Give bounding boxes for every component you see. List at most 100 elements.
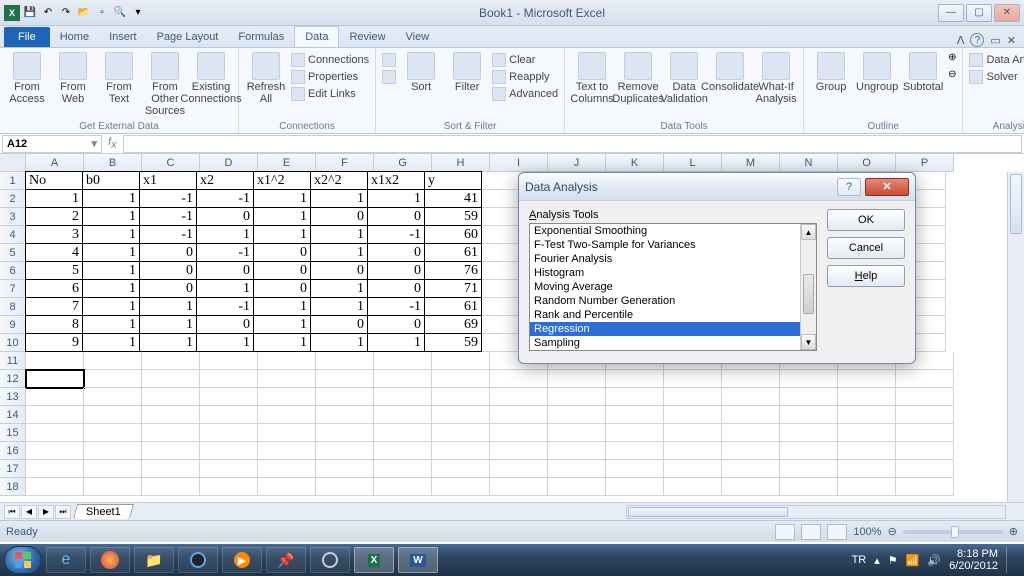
cell[interactable] bbox=[838, 478, 896, 496]
tab-file[interactable]: File bbox=[4, 27, 50, 47]
tab-formulas[interactable]: Formulas bbox=[228, 27, 294, 47]
cell[interactable]: 1 bbox=[310, 297, 368, 316]
cancel-button[interactable]: Cancel bbox=[827, 237, 905, 259]
tab-page-layout[interactable]: Page Layout bbox=[147, 27, 229, 47]
cell[interactable] bbox=[432, 442, 490, 460]
dialog-close-button[interactable]: ✕ bbox=[865, 178, 909, 196]
cell[interactable] bbox=[84, 388, 142, 406]
cell[interactable] bbox=[490, 388, 548, 406]
undo-icon[interactable]: ↶ bbox=[40, 5, 56, 21]
cell[interactable] bbox=[548, 370, 606, 388]
close-button[interactable]: ✕ bbox=[994, 4, 1020, 22]
cell[interactable] bbox=[896, 478, 954, 496]
analysis-tool-item[interactable]: Sampling bbox=[530, 336, 800, 350]
column-header[interactable]: K bbox=[606, 154, 664, 172]
from-text-button[interactable]: From Text bbox=[98, 52, 140, 105]
cell[interactable] bbox=[432, 460, 490, 478]
cell[interactable]: 1 bbox=[139, 333, 197, 352]
help-icon[interactable]: ? bbox=[970, 33, 984, 47]
cell[interactable]: -1 bbox=[139, 207, 197, 226]
cell[interactable]: x1^2 bbox=[253, 171, 311, 190]
cell[interactable] bbox=[26, 424, 84, 442]
column-header[interactable]: D bbox=[200, 154, 258, 172]
sort-button[interactable]: Sort bbox=[400, 52, 442, 93]
cell[interactable]: 0 bbox=[367, 279, 425, 298]
cell[interactable] bbox=[780, 424, 838, 442]
cell[interactable]: -1 bbox=[196, 297, 254, 316]
cell[interactable] bbox=[84, 478, 142, 496]
cell[interactable] bbox=[316, 370, 374, 388]
open-folder-icon[interactable]: 📂 bbox=[76, 5, 92, 21]
row-header[interactable]: 8 bbox=[0, 298, 26, 316]
ok-button[interactable]: OK bbox=[827, 209, 905, 231]
minimize-button[interactable]: — bbox=[938, 4, 964, 22]
cell[interactable]: 0 bbox=[367, 261, 425, 280]
cell[interactable] bbox=[142, 388, 200, 406]
cell[interactable] bbox=[84, 406, 142, 424]
cell[interactable] bbox=[374, 442, 432, 460]
tray-show-hidden-icon[interactable]: ▴ bbox=[874, 554, 880, 567]
cell[interactable] bbox=[374, 406, 432, 424]
hide-detail-icon[interactable]: ⊖ bbox=[948, 69, 956, 80]
taskbar-explorer-icon[interactable]: 📁 bbox=[134, 547, 174, 573]
vscroll-thumb[interactable] bbox=[1010, 174, 1022, 234]
tab-home[interactable]: Home bbox=[50, 27, 99, 47]
cell[interactable] bbox=[838, 424, 896, 442]
cell[interactable] bbox=[896, 424, 954, 442]
row-header[interactable]: 17 bbox=[0, 460, 26, 478]
zoom-out-button[interactable]: ⊖ bbox=[888, 525, 897, 538]
select-all-corner[interactable] bbox=[0, 154, 26, 172]
cell[interactable] bbox=[374, 478, 432, 496]
reapply-button[interactable]: Reapply bbox=[492, 69, 558, 85]
cell[interactable]: -1 bbox=[139, 225, 197, 244]
cell[interactable] bbox=[896, 388, 954, 406]
cell[interactable] bbox=[722, 388, 780, 406]
cell[interactable] bbox=[316, 442, 374, 460]
cell[interactable]: 1 bbox=[82, 315, 140, 334]
properties-button[interactable]: Properties bbox=[291, 69, 369, 85]
from-access-button[interactable]: From Access bbox=[6, 52, 48, 105]
cell[interactable] bbox=[258, 478, 316, 496]
cell[interactable]: No bbox=[25, 171, 83, 190]
analysis-tool-item[interactable]: Regression bbox=[530, 322, 800, 336]
cell[interactable] bbox=[664, 406, 722, 424]
cell[interactable] bbox=[896, 442, 954, 460]
cell[interactable] bbox=[722, 460, 780, 478]
column-header[interactable]: L bbox=[664, 154, 722, 172]
cell[interactable] bbox=[316, 388, 374, 406]
cell[interactable]: 41 bbox=[424, 189, 482, 208]
cell[interactable] bbox=[316, 352, 374, 370]
edit-links-button[interactable]: Edit Links bbox=[291, 86, 369, 102]
show-detail-icon[interactable]: ⊕ bbox=[948, 52, 956, 63]
row-header[interactable]: 14 bbox=[0, 406, 26, 424]
qat-more-icon[interactable]: ▾ bbox=[130, 5, 146, 21]
cell[interactable]: 1 bbox=[367, 333, 425, 352]
group-button[interactable]: Group bbox=[810, 52, 852, 93]
analysis-tool-item[interactable]: Exponential Smoothing bbox=[530, 224, 800, 238]
cell[interactable] bbox=[722, 370, 780, 388]
cell[interactable] bbox=[606, 370, 664, 388]
cell[interactable] bbox=[374, 424, 432, 442]
column-header[interactable]: O bbox=[838, 154, 896, 172]
cell[interactable]: 1 bbox=[139, 315, 197, 334]
cell[interactable]: x2^2 bbox=[310, 171, 368, 190]
cell[interactable]: 1 bbox=[253, 315, 311, 334]
cell[interactable] bbox=[258, 352, 316, 370]
cell[interactable]: 0 bbox=[253, 279, 311, 298]
cell[interactable] bbox=[374, 388, 432, 406]
cell[interactable] bbox=[142, 406, 200, 424]
cell[interactable] bbox=[84, 352, 142, 370]
row-header[interactable]: 12 bbox=[0, 370, 26, 388]
cell[interactable] bbox=[200, 442, 258, 460]
cell[interactable] bbox=[664, 442, 722, 460]
cell[interactable] bbox=[548, 424, 606, 442]
cell[interactable]: 1 bbox=[82, 189, 140, 208]
cell[interactable]: 59 bbox=[424, 207, 482, 226]
cell[interactable]: 1 bbox=[367, 189, 425, 208]
cell[interactable] bbox=[200, 424, 258, 442]
cell[interactable]: x1x2 bbox=[367, 171, 425, 190]
cell[interactable]: 59 bbox=[424, 333, 482, 352]
taskbar-pin-icon[interactable]: 📌 bbox=[266, 547, 306, 573]
remove-duplicates-button[interactable]: Remove Duplicates bbox=[617, 52, 659, 105]
cell[interactable] bbox=[606, 460, 664, 478]
